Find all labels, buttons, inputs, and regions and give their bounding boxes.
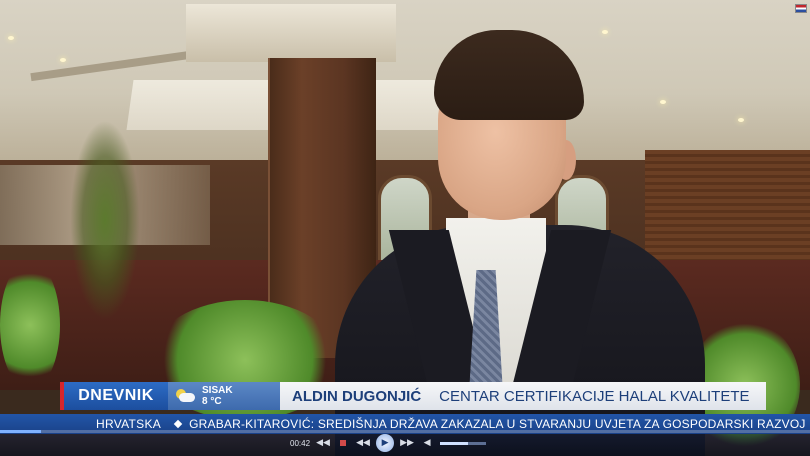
ticker-headline: GRABAR-KITAROVIĆ: SREDIŠNJA DRŽAVA ZAKAZ… <box>189 417 806 431</box>
flag-icon <box>795 4 807 13</box>
weather-temperature: 8 °C <box>202 396 222 407</box>
volume-icon[interactable]: ◀ <box>420 437 434 449</box>
ticker-label: HRVATSKA <box>96 417 162 431</box>
player-controls: 00:42 ◀◀ ◀◀ ▶ ▶▶ ◀ <box>250 433 570 453</box>
ticker-separator <box>173 419 183 429</box>
weather-city: SISAK <box>202 385 233 396</box>
sun-cloud-icon <box>174 389 196 403</box>
stop-icon[interactable] <box>336 437 350 449</box>
lower-third: DNEVNIK SISAK 8 °C ALDIN DUGONJIĆ CENTAR… <box>60 382 766 410</box>
playback-progress-fill <box>0 430 41 433</box>
rewind-frame-icon[interactable]: ◀◀ <box>356 437 370 449</box>
elapsed-time: 00:42 <box>290 438 311 448</box>
play-icon[interactable]: ▶ <box>376 434 395 452</box>
guest-caption: ALDIN DUGONJIĆ CENTAR CERTIFIKACIJE HALA… <box>280 382 766 410</box>
video-frame: DNEVNIK SISAK 8 °C ALDIN DUGONJIĆ CENTAR… <box>0 0 810 456</box>
forward-icon[interactable]: ▶▶ <box>400 437 414 449</box>
volume-slider-fill <box>440 441 468 445</box>
weather-box: SISAK 8 °C <box>168 382 280 410</box>
interviewee-hair <box>434 30 584 120</box>
volume-slider[interactable] <box>440 441 487 445</box>
rewind-icon[interactable]: ◀◀ <box>316 437 330 449</box>
guest-title: CENTAR CERTIFIKACIJE HALAL KVALITETE <box>439 387 750 405</box>
show-brand: DNEVNIK <box>60 382 168 410</box>
guest-name: ALDIN DUGONJIĆ <box>292 387 422 405</box>
